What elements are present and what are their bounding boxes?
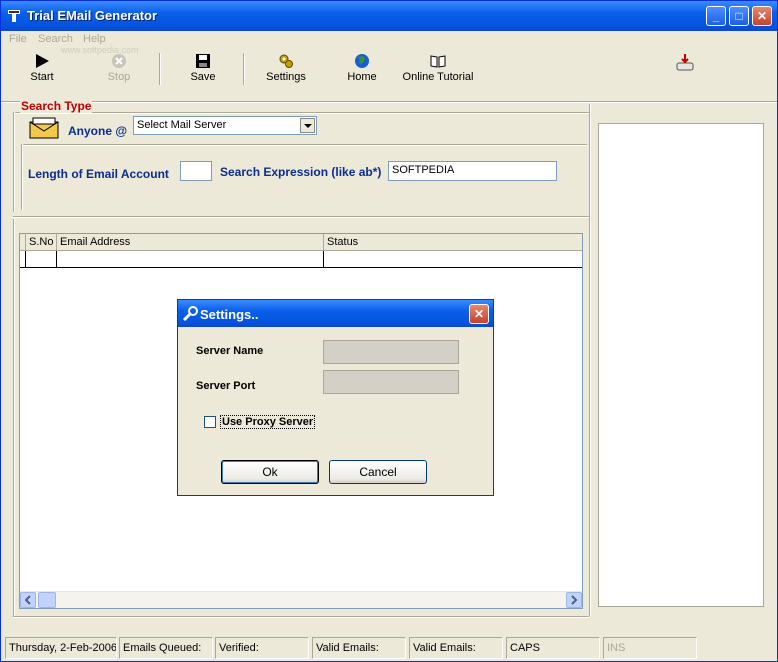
dialog-title: Settings.. — [200, 307, 259, 322]
proxy-checkbox[interactable] — [204, 416, 216, 428]
settings-label: Settings — [266, 71, 306, 83]
app-icon — [8, 10, 20, 22]
download-icon[interactable] — [675, 53, 695, 71]
divider — [13, 616, 589, 618]
status-caps: CAPS — [506, 637, 600, 659]
settings-button[interactable]: Settings — [264, 53, 308, 83]
envelope-icon — [29, 117, 59, 139]
title-bar: Trial EMail Generator _ □ ✕ — [1, 1, 777, 31]
status-valid-emails-2: Valid Emails: — [409, 637, 503, 659]
stop-button[interactable]: Stop — [105, 53, 133, 83]
menu-file[interactable]: File — [9, 33, 27, 45]
settings-dialog: Settings.. ✕ Server Name Server Port Use… — [177, 299, 494, 496]
stop-icon — [112, 54, 126, 68]
proxy-label[interactable]: Use Proxy Server — [220, 415, 316, 429]
maximize-button[interactable]: □ — [729, 6, 749, 26]
status-valid-emails: Valid Emails: — [312, 637, 406, 659]
floppy-disk-icon — [196, 54, 210, 68]
gears-icon — [279, 54, 293, 68]
wrench-icon — [182, 306, 198, 322]
close-button[interactable]: ✕ — [752, 6, 772, 26]
divider — [13, 219, 15, 616]
stop-label: Stop — [107, 71, 131, 83]
home-button[interactable]: Home — [345, 53, 379, 83]
search-type-label: Search Type — [20, 99, 93, 113]
anyone-label: Anyone @ — [68, 124, 128, 138]
divider — [589, 104, 591, 616]
chevron-left-icon — [24, 595, 31, 605]
save-label: Save — [190, 71, 216, 83]
dialog-title-bar: Settings.. ✕ — [178, 300, 493, 327]
table-row[interactable] — [20, 251, 582, 268]
cell-separator — [323, 251, 324, 267]
group-border — [13, 112, 589, 114]
status-ins: INS — [603, 637, 697, 659]
divider — [13, 216, 589, 218]
cancel-button[interactable]: Cancel — [329, 460, 427, 484]
online-tutorial-label: Online Tutorial — [402, 71, 474, 83]
status-bar: Thursday, 2-Feb-2006 Emails Queued: Veri… — [1, 635, 777, 661]
cell-separator — [25, 251, 26, 267]
expression-label: Search Expression (like ab*) — [220, 165, 382, 179]
group-border — [13, 112, 15, 212]
table-header: S.No Email Address Status — [20, 234, 582, 251]
status-verified: Verified: — [215, 637, 309, 659]
group-border — [21, 144, 587, 146]
save-button[interactable]: Save — [188, 53, 218, 83]
column-email[interactable]: Email Address — [57, 234, 324, 250]
minimize-button[interactable]: _ — [706, 6, 726, 26]
toolbar: Start Stop Save Settings Home Online Tut… — [1, 49, 777, 95]
window-title: Trial EMail Generator — [27, 8, 158, 23]
menu-help[interactable]: Help — [83, 33, 106, 45]
menu-search[interactable]: Search — [38, 33, 73, 45]
ok-button[interactable]: Ok — [221, 460, 319, 484]
cell-separator — [56, 251, 57, 267]
horizontal-scrollbar[interactable] — [20, 591, 582, 608]
expression-input[interactable]: SOFTPEDIA — [388, 161, 557, 181]
server-port-label: Server Port — [196, 380, 256, 392]
scroll-right-button[interactable] — [566, 592, 582, 608]
mail-server-select[interactable]: Select Mail Server — [133, 116, 317, 135]
chevron-right-icon — [571, 595, 578, 605]
home-label: Home — [347, 71, 377, 83]
play-icon — [36, 54, 49, 68]
dialog-close-button[interactable]: ✕ — [469, 304, 489, 324]
book-icon — [430, 55, 446, 68]
toolbar-separator — [243, 53, 245, 85]
mail-server-value: Select Mail Server — [137, 119, 227, 131]
column-sno[interactable]: S.No — [26, 234, 57, 250]
status-queued: Emails Queued: — [119, 637, 213, 659]
server-name-label: Server Name — [196, 345, 264, 357]
online-tutorial-button[interactable]: Online Tutorial — [401, 53, 475, 83]
chevron-down-icon[interactable] — [300, 118, 315, 133]
length-label: Length of Email Account — [28, 167, 169, 181]
server-port-input[interactable] — [323, 370, 459, 394]
server-name-input[interactable] — [323, 340, 459, 364]
start-button[interactable]: Start — [27, 53, 57, 83]
globe-icon — [355, 54, 369, 68]
scroll-left-button[interactable] — [20, 592, 36, 608]
status-date: Thursday, 2-Feb-2006 — [5, 637, 117, 659]
group-border — [21, 144, 23, 210]
length-input[interactable] — [180, 161, 212, 181]
main-window: Trial EMail Generator _ □ ✕ File Search … — [0, 0, 778, 662]
right-panel — [598, 123, 764, 607]
column-status[interactable]: Status — [324, 234, 582, 250]
divider — [1, 101, 777, 103]
start-label: Start — [30, 71, 54, 83]
toolbar-separator — [159, 53, 161, 85]
scroll-thumb[interactable] — [38, 592, 56, 608]
